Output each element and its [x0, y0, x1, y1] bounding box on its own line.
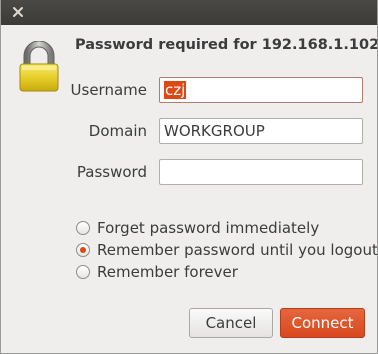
- username-field[interactable]: czj: [159, 77, 363, 103]
- radio-button-selected[interactable]: [76, 243, 90, 257]
- cancel-button[interactable]: Cancel: [189, 308, 273, 338]
- radio-forget-immediately[interactable]: Forget password immediately: [76, 218, 319, 238]
- username-value: czj: [164, 81, 187, 99]
- password-field[interactable]: [159, 159, 363, 185]
- domain-value: WORKGROUP: [164, 122, 265, 140]
- dialog-heading: Password required for 192.168.1.102: [75, 37, 378, 53]
- radio-button[interactable]: [76, 221, 90, 235]
- radio-remember-until-logout[interactable]: Remember password until you logout: [76, 240, 378, 260]
- domain-field[interactable]: WORKGROUP: [159, 118, 363, 144]
- password-label: Password: [76, 163, 147, 181]
- radio-label: Remember forever: [97, 263, 238, 281]
- close-icon[interactable]: [9, 3, 27, 21]
- radio-label: Remember password until you logout: [97, 241, 378, 259]
- radio-button[interactable]: [76, 265, 90, 279]
- radio-remember-forever[interactable]: Remember forever: [76, 262, 238, 282]
- title-bar: [1, 0, 377, 25]
- domain-label: Domain: [88, 122, 147, 140]
- radio-label: Forget password immediately: [97, 219, 320, 237]
- username-label: Username: [70, 81, 147, 99]
- password-dialog: Password required for 192.168.1.102 User…: [0, 0, 378, 354]
- connect-button[interactable]: Connect: [280, 308, 365, 338]
